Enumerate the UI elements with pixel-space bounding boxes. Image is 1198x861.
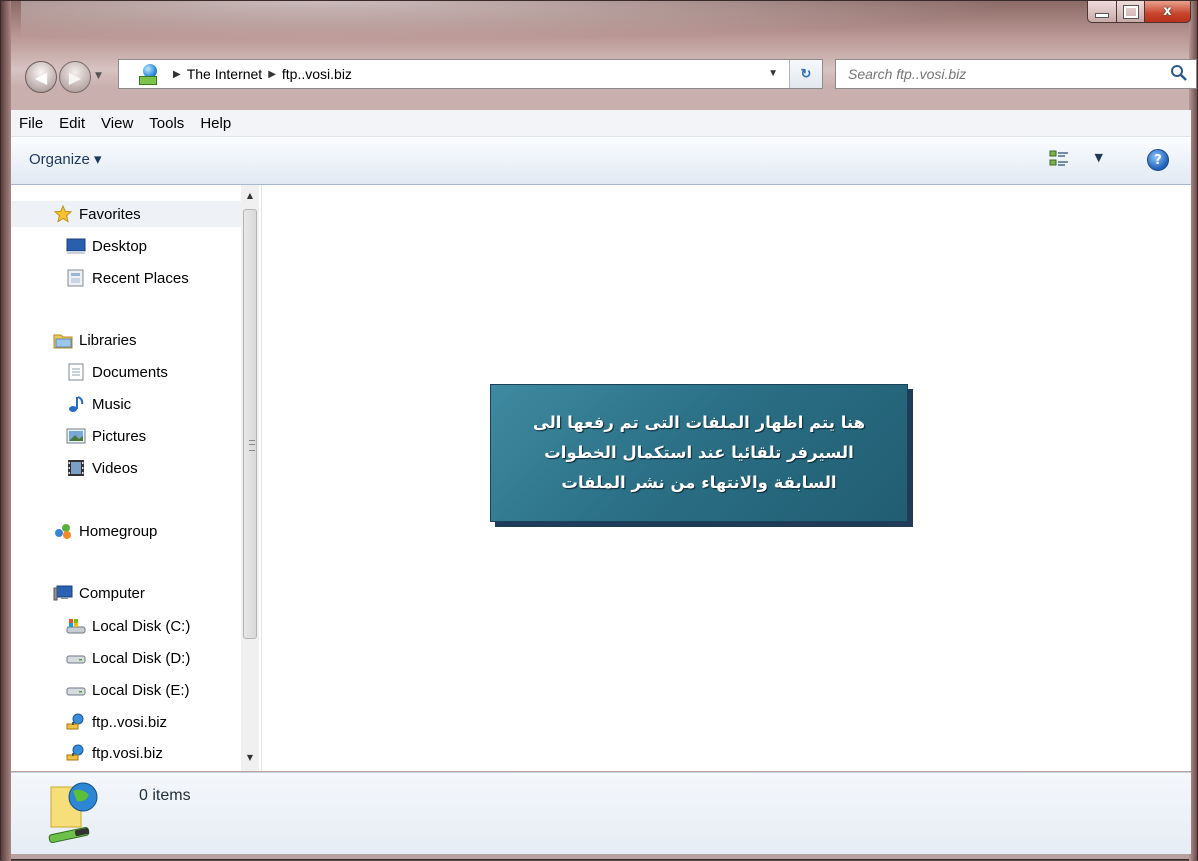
menu-file[interactable]: File <box>11 115 51 132</box>
back-arrow-icon: ◀ <box>34 67 48 87</box>
callout-line: السيرفر تلقائيا عند استكمال الخطوات <box>544 443 854 462</box>
nav-recent-places[interactable]: Recent Places <box>66 265 189 291</box>
details-pane: 0 items <box>11 772 1191 854</box>
refresh-icon: ↻ <box>800 66 812 81</box>
change-view-icon[interactable] <box>1049 149 1069 169</box>
breadcrumb-ftp-site[interactable]: ftp..vosi.biz <box>282 66 352 82</box>
address-row: ◀ ▶ ▼ ▶ The Internet ▶ ftp..vosi.biz ▼ ↻ <box>1 53 1198 103</box>
nav-computer[interactable]: Computer <box>53 580 145 606</box>
maximize-icon <box>1123 5 1138 18</box>
nav-music[interactable]: Music <box>66 391 131 417</box>
maximize-button[interactable] <box>1117 1 1145 23</box>
desktop-icon <box>66 238 86 254</box>
recent-pages-dropdown[interactable]: ▼ <box>95 71 105 83</box>
forward-button[interactable]: ▶ <box>59 61 91 93</box>
callout-line: هنا يتم اظهار الملفات التى تم رفعها الى <box>532 413 866 432</box>
nav-videos[interactable]: Videos <box>66 455 138 481</box>
callout-text: هنا يتم اظهار الملفات التى تم رفعها الى … <box>504 408 894 498</box>
caption-buttons: x <box>1087 1 1191 25</box>
minimize-button[interactable] <box>1087 1 1117 23</box>
network-location-icon <box>66 744 84 761</box>
close-icon: x <box>1163 4 1172 19</box>
scroll-up-icon[interactable]: ▲ <box>241 187 259 205</box>
music-icon <box>69 396 84 412</box>
menu-view[interactable]: View <box>93 115 141 132</box>
videos-icon <box>68 460 84 476</box>
search-input[interactable] <box>846 65 1170 83</box>
nav-favorites[interactable]: Favorites <box>11 201 259 227</box>
system-drive-icon <box>66 619 86 634</box>
nav-favorites-label: Favorites <box>79 205 141 223</box>
nav-videos-label: Videos <box>92 459 138 477</box>
nav-ftp-site-2[interactable]: ftp.vosi.biz <box>66 740 163 766</box>
view-options-dropdown-icon[interactable]: ▼ <box>1095 151 1103 164</box>
pictures-icon <box>66 428 86 444</box>
ftp-folder-icon <box>48 782 98 844</box>
nav-local-disk-d[interactable]: Local Disk (D:) <box>66 645 190 671</box>
breadcrumb-separator-icon[interactable]: ▶ <box>268 69 276 80</box>
breadcrumb-separator-icon[interactable]: ▶ <box>173 69 181 80</box>
network-globe-icon <box>139 64 159 85</box>
nav-documents[interactable]: Documents <box>66 359 168 385</box>
nav-ftp-site-2-label: ftp.vosi.biz <box>92 744 163 762</box>
scroll-thumb[interactable] <box>243 209 257 639</box>
close-button[interactable]: x <box>1145 1 1191 23</box>
organize-button[interactable]: Organize ▾ <box>29 150 102 168</box>
nav-ftp-site-1[interactable]: ftp..vosi.biz <box>66 709 167 735</box>
minimize-icon <box>1095 13 1109 18</box>
nav-local-disk-c[interactable]: Local Disk (C:) <box>66 613 190 639</box>
menu-bar: File Edit View Tools Help <box>11 110 1191 137</box>
file-list-pane[interactable]: هنا يتم اظهار الملفات التى تم رفعها الى … <box>262 185 1191 771</box>
menu-edit[interactable]: Edit <box>51 115 93 132</box>
nav-local-disk-c-label: Local Disk (C:) <box>92 617 191 635</box>
nav-ftp-site-1-label: ftp..vosi.biz <box>92 713 168 731</box>
libraries-icon <box>53 334 73 349</box>
nav-recent-places-label: Recent Places <box>92 269 189 287</box>
nav-local-disk-d-label: Local Disk (D:) <box>92 649 191 667</box>
nav-desktop-label: Desktop <box>92 237 148 255</box>
recent-places-icon <box>67 269 84 287</box>
search-icon[interactable] <box>1170 64 1188 82</box>
command-bar: Organize ▾ ▼ ? <box>11 137 1191 185</box>
nav-pictures-label: Pictures <box>92 427 147 445</box>
nav-music-label: Music <box>92 395 132 413</box>
help-icon[interactable]: ? <box>1147 149 1169 171</box>
homegroup-icon <box>55 524 71 539</box>
nav-homegroup-label: Homegroup <box>79 522 158 540</box>
title-bar[interactable] <box>21 1 1021 41</box>
nav-documents-label: Documents <box>92 363 168 381</box>
nav-scrollbar[interactable]: ▲ ▼ <box>241 185 259 771</box>
callout-line: السابقة والانتهاء من نشر الملفات <box>561 473 837 492</box>
explorer-window: x ◀ ▶ ▼ ▶ The Internet ▶ ftp..vosi.biz ▼… <box>0 0 1198 861</box>
documents-icon <box>68 363 84 381</box>
drive-icon <box>66 655 86 664</box>
computer-icon <box>53 585 73 601</box>
nav-homegroup[interactable]: Homegroup <box>53 518 157 544</box>
grip-icon <box>249 440 255 451</box>
refresh-button[interactable]: ↻ <box>789 60 822 88</box>
star-icon <box>53 205 73 223</box>
nav-local-disk-e-label: Local Disk (E:) <box>92 681 190 699</box>
network-location-icon <box>66 713 84 730</box>
nav-libraries[interactable]: Libraries <box>53 327 137 353</box>
window-border-left <box>1 1 11 861</box>
forward-arrow-icon: ▶ <box>68 67 82 87</box>
annotation-callout: هنا يتم اظهار الملفات التى تم رفعها الى … <box>490 384 908 522</box>
nav-desktop[interactable]: Desktop <box>66 233 147 259</box>
address-dropdown-icon[interactable]: ▼ <box>768 68 778 79</box>
nav-pictures[interactable]: Pictures <box>66 423 146 449</box>
navigation-pane: Favorites Desktop Recent Places Librarie… <box>11 185 262 771</box>
back-button[interactable]: ◀ <box>25 61 57 93</box>
menu-tools[interactable]: Tools <box>141 115 192 132</box>
scroll-down-icon[interactable]: ▼ <box>241 749 259 767</box>
breadcrumb-the-internet[interactable]: The Internet <box>187 66 263 82</box>
nav-libraries-label: Libraries <box>79 331 137 349</box>
address-bar[interactable]: ▶ The Internet ▶ ftp..vosi.biz ▼ ↻ <box>118 59 823 89</box>
nav-computer-label: Computer <box>79 584 145 602</box>
drive-icon <box>66 687 86 696</box>
search-box[interactable] <box>835 59 1197 89</box>
nav-local-disk-e[interactable]: Local Disk (E:) <box>66 677 190 703</box>
menu-help[interactable]: Help <box>192 115 239 132</box>
item-count: 0 items <box>139 787 191 804</box>
